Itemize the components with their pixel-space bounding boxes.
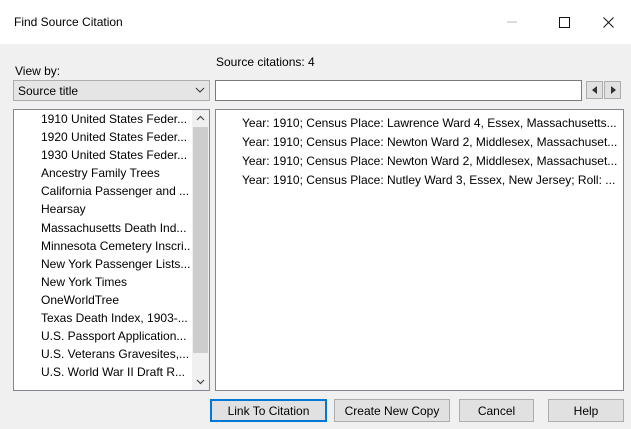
chevron-down-icon [196, 379, 205, 385]
list-item[interactable]: OneWorldTree [14, 291, 190, 309]
close-icon [602, 16, 614, 28]
help-button[interactable]: Help [548, 399, 624, 422]
scroll-down-button[interactable] [192, 373, 209, 390]
view-by-label: View by: [15, 64, 61, 78]
create-new-copy-button[interactable]: Create New Copy [334, 399, 450, 422]
scrollbar-thumb[interactable] [193, 127, 208, 353]
list-item[interactable]: Massachusetts Death Ind... [14, 219, 190, 237]
minimize-button[interactable] [489, 6, 535, 38]
view-by-selected: Source title [18, 84, 79, 98]
chevron-down-icon [195, 87, 205, 93]
chevron-up-icon [196, 115, 205, 121]
list-item[interactable]: Year: 1910; Census Place: Newton Ward 2,… [216, 152, 623, 171]
triangle-left-icon [591, 86, 597, 94]
list-item[interactable]: Hearsay [14, 200, 190, 218]
title-bar: Find Source Citation [0, 0, 631, 44]
minimize-icon [507, 21, 517, 23]
triangle-right-icon [610, 86, 616, 94]
list-item[interactable]: New York Passenger Lists... [14, 255, 190, 273]
previous-button[interactable] [586, 81, 603, 99]
list-item[interactable]: California Passenger and ... [14, 182, 190, 200]
list-item[interactable]: Ancestry Family Trees [14, 164, 190, 182]
list-item[interactable]: U.S. Veterans Gravesites,... [14, 345, 190, 363]
list-item[interactable]: U.S. World War II Draft R... [14, 363, 190, 381]
maximize-icon [558, 16, 570, 28]
maximize-button[interactable] [541, 6, 587, 38]
list-item[interactable]: Year: 1910; Census Place: Nutley Ward 3,… [216, 171, 623, 190]
view-by-dropdown[interactable]: Source title [13, 80, 210, 101]
list-item[interactable]: Year: 1910; Census Place: Lawrence Ward … [216, 114, 623, 133]
cancel-button[interactable]: Cancel [459, 399, 534, 422]
list-item[interactable]: New York Times [14, 273, 190, 291]
citation-count-label: Source citations: 4 [216, 55, 315, 69]
close-button[interactable] [585, 6, 631, 38]
source-list[interactable]: 1910 United States Feder... 1920 United … [13, 109, 210, 391]
link-to-citation-button[interactable]: Link To Citation [210, 399, 327, 422]
source-list-scrollbar[interactable] [192, 110, 209, 390]
list-item[interactable]: 1910 United States Feder... [14, 110, 190, 128]
search-input[interactable] [215, 80, 582, 101]
list-item[interactable]: 1930 United States Feder... [14, 146, 190, 164]
citation-list[interactable]: Year: 1910; Census Place: Lawrence Ward … [215, 109, 624, 391]
list-item[interactable]: Texas Death Index, 1903-... [14, 309, 190, 327]
window-title: Find Source Citation [14, 15, 123, 29]
scroll-up-button[interactable] [192, 110, 209, 127]
next-button[interactable] [604, 81, 621, 99]
list-item[interactable]: Year: 1910; Census Place: Newton Ward 2,… [216, 133, 623, 152]
list-item[interactable]: 1920 United States Feder... [14, 128, 190, 146]
list-item[interactable]: Minnesota Cemetery Inscri... [14, 237, 190, 255]
list-item[interactable]: U.S. Passport Application... [14, 327, 190, 345]
